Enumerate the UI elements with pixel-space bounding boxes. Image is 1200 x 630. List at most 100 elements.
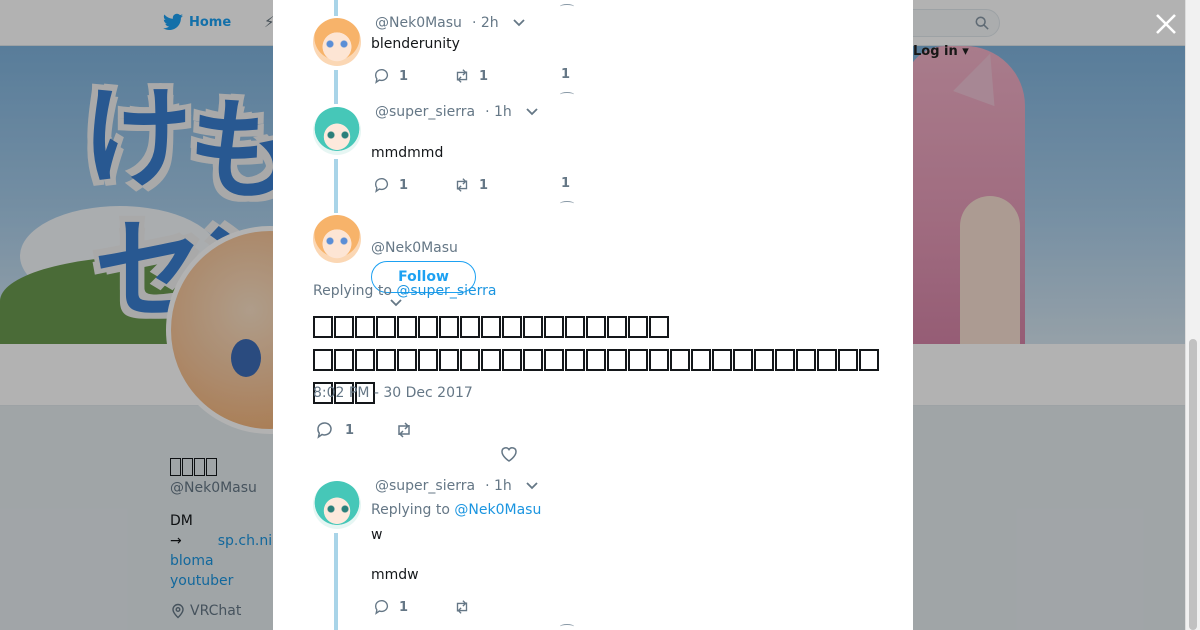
login-label: Log in xyxy=(913,44,958,59)
reply-count: 1 xyxy=(399,177,409,193)
missing-glyph-box xyxy=(439,349,459,371)
chevron-down-icon[interactable] xyxy=(390,299,402,307)
missing-glyph-box xyxy=(502,316,522,338)
missing-glyph-box xyxy=(502,349,522,371)
missing-glyph-box xyxy=(544,349,564,371)
replying-to-prefix: Replying to xyxy=(371,502,450,518)
profile-bio: DM → sp.ch.ni bloma youtuber xyxy=(170,511,272,591)
replying-to-mention[interactable]: @super_sierra xyxy=(396,283,496,299)
like-icon-peek xyxy=(560,92,574,97)
missing-glyph-box xyxy=(817,349,837,371)
missing-glyph-box xyxy=(355,349,375,371)
tweet-header: @Nek0Masu · 2h xyxy=(375,15,525,31)
missing-glyph-box xyxy=(733,349,753,371)
profile-display-name xyxy=(170,454,218,478)
tweet-time[interactable]: · 2h xyxy=(472,15,499,31)
home-label: Home xyxy=(189,14,232,30)
bio-link-bloma[interactable]: bloma xyxy=(170,551,272,571)
tweet-header: @super_sierra · 1h xyxy=(375,104,538,120)
missing-glyph-box xyxy=(313,316,333,338)
reply-icon xyxy=(375,600,389,615)
main-tweet-timestamp[interactable]: 8:02 PM - 30 Dec 2017 xyxy=(313,385,473,401)
heart-icon xyxy=(501,447,517,462)
reply-button[interactable]: 1 xyxy=(373,67,408,85)
missing-glyph-box xyxy=(355,316,375,338)
tweet-actions: 1 xyxy=(373,598,593,618)
chevron-down-icon[interactable] xyxy=(512,19,525,27)
chevron-down-icon[interactable] xyxy=(526,108,538,116)
replying-to-prefix: Replying to xyxy=(313,283,392,299)
main-tweet-line1 xyxy=(313,311,883,344)
tweet-handle[interactable]: @Nek0Masu xyxy=(375,15,462,31)
thread-line xyxy=(334,159,338,213)
missing-glyph-box xyxy=(628,316,648,338)
missing-glyph-box xyxy=(460,349,480,371)
missing-glyph-box xyxy=(460,316,480,338)
tweet-modal: @Nek0Masu · 2h blenderunity 1 1 1 @super… xyxy=(273,0,913,630)
thread-line xyxy=(334,70,338,104)
bio-link-youtuber[interactable]: youtuber xyxy=(170,571,272,591)
tweet-text: mmdmmd xyxy=(371,145,444,161)
like-button[interactable] xyxy=(499,444,519,464)
reply-icon xyxy=(317,422,332,439)
missing-glyph-box xyxy=(607,349,627,371)
reply-count: 1 xyxy=(345,422,355,438)
missing-glyph-box xyxy=(418,316,438,338)
like-button[interactable]: 1 xyxy=(561,176,570,191)
missing-glyph-box xyxy=(712,349,732,371)
retweet-count: 1 xyxy=(479,177,489,193)
reply-count: 1 xyxy=(399,599,409,615)
retweet-icon xyxy=(456,69,468,83)
missing-glyph-box xyxy=(628,349,648,371)
close-icon[interactable] xyxy=(1153,11,1179,37)
like-button[interactable]: 1 xyxy=(561,67,570,82)
missing-glyph-box xyxy=(565,349,585,371)
tweet-time[interactable]: · 1h xyxy=(485,104,512,120)
location-pin-icon xyxy=(172,603,184,619)
missing-glyph-box xyxy=(838,349,858,371)
retweet-icon xyxy=(456,600,468,614)
scrollbar-thumb[interactable] xyxy=(1189,339,1197,630)
avatar[interactable] xyxy=(313,481,361,529)
missing-glyph-box xyxy=(754,349,774,371)
main-tweet-handle[interactable]: @Nek0Masu xyxy=(371,240,458,256)
retweet-button[interactable]: 1 xyxy=(453,67,488,85)
avatar[interactable] xyxy=(313,107,361,155)
tweet-handle[interactable]: @super_sierra xyxy=(375,104,475,120)
like-icon-peek xyxy=(560,201,574,206)
retweet-button[interactable] xyxy=(394,420,414,440)
missing-glyph-box xyxy=(544,316,564,338)
tweet-time[interactable]: · 1h xyxy=(485,478,512,494)
previous-tweet-peek xyxy=(560,4,574,9)
bio-link-sp[interactable]: sp.ch.ni xyxy=(218,533,272,549)
tweet-handle[interactable]: @super_sierra xyxy=(375,478,475,494)
missing-glyph-box xyxy=(775,349,795,371)
page-scrollbar[interactable] xyxy=(1185,0,1200,630)
missing-glyph-box xyxy=(334,316,354,338)
login-link[interactable]: Log in ▾ xyxy=(913,44,969,59)
missing-glyph-box xyxy=(691,349,711,371)
tweet-actions: 1 1 1 xyxy=(373,67,593,87)
missing-glyph-box xyxy=(649,316,669,338)
retweet-button[interactable]: 1 xyxy=(453,176,488,194)
replying-to-mention[interactable]: @Nek0Masu xyxy=(454,502,541,518)
missing-glyph-box xyxy=(523,316,543,338)
missing-glyph-box xyxy=(670,349,690,371)
tweet-text-line2: mmdw xyxy=(371,567,419,583)
chevron-down-icon[interactable] xyxy=(526,482,538,490)
retweet-button[interactable] xyxy=(453,598,471,616)
reply-button[interactable]: 1 xyxy=(373,598,408,616)
reply-button[interactable]: 1 xyxy=(373,176,408,194)
main-tweet-header: @Nek0Masu xyxy=(371,240,458,256)
thread-line xyxy=(334,0,338,16)
missing-glyph-box xyxy=(376,349,396,371)
home-nav-item[interactable]: Home xyxy=(163,13,231,31)
avatar[interactable] xyxy=(313,18,361,66)
retweet-icon xyxy=(398,422,410,438)
missing-glyph-box xyxy=(334,349,354,371)
like-count: 1 xyxy=(561,176,571,191)
main-tweet-avatar[interactable] xyxy=(313,215,361,263)
like-icon-peek xyxy=(560,624,574,629)
reply-button[interactable]: 1 xyxy=(315,420,354,440)
retweet-icon xyxy=(456,178,468,192)
